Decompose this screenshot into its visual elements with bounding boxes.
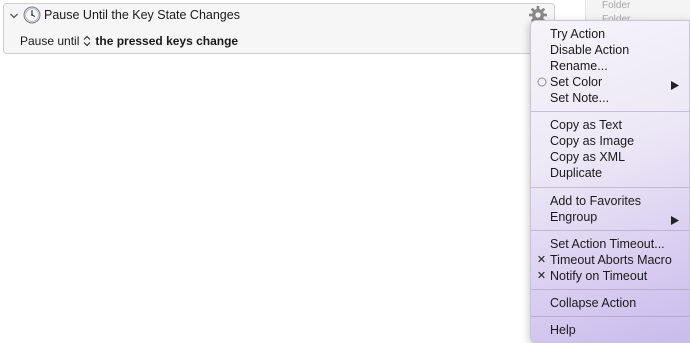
menu-item-copy-as-image[interactable]: Copy as Image bbox=[531, 133, 689, 149]
menu-item-notify-on-timeout[interactable]: ✕ Notify on Timeout bbox=[531, 268, 689, 284]
menu-item-label: Copy as Image bbox=[550, 134, 635, 148]
circle-icon bbox=[536, 74, 547, 90]
menu-item-copy-as-xml[interactable]: Copy as XML bbox=[531, 149, 689, 165]
menu-item-label: Copy as XML bbox=[550, 150, 626, 164]
menu-item-set-color[interactable]: Set Color bbox=[531, 74, 689, 90]
menu-item-rename[interactable]: Rename... bbox=[531, 58, 689, 74]
menu-item-add-to-favorites[interactable]: Add to Favorites bbox=[531, 193, 689, 209]
menu-item-set-action-timeout[interactable]: Set Action Timeout... bbox=[531, 236, 689, 252]
side-panel-item[interactable]: Folder bbox=[602, 0, 630, 11]
context-menu: Try Action Disable Action Rename... Set … bbox=[530, 20, 690, 343]
check-mark-icon: ✕ bbox=[536, 270, 547, 282]
menu-item-help[interactable]: Help bbox=[531, 322, 689, 338]
menu-item-collapse-action[interactable]: Collapse Action bbox=[531, 295, 689, 311]
up-down-arrows-icon bbox=[83, 35, 91, 47]
chevron-down-icon[interactable] bbox=[8, 10, 20, 22]
menu-item-label: Add to Favorites bbox=[550, 194, 642, 208]
menu-item-copy-as-text[interactable]: Copy as Text bbox=[531, 117, 689, 133]
menu-item-label: Timeout Aborts Macro bbox=[550, 253, 672, 267]
menu-item-label: Set Action Timeout... bbox=[550, 237, 665, 251]
parameter-row: Pause until the pressed keys change bbox=[20, 33, 238, 49]
menu-item-label: Engroup bbox=[550, 210, 598, 224]
check-mark-icon: ✕ bbox=[536, 254, 547, 266]
condition-popup-value: the pressed keys change bbox=[95, 34, 239, 48]
menu-item-label: Collapse Action bbox=[550, 296, 637, 310]
menu-item-label: Disable Action bbox=[550, 43, 630, 57]
menu-item-label: Copy as Text bbox=[550, 118, 623, 132]
menu-separator bbox=[531, 316, 689, 317]
menu-item-timeout-aborts-macro[interactable]: ✕ Timeout Aborts Macro bbox=[531, 252, 689, 268]
menu-item-disable-action[interactable]: Disable Action bbox=[531, 42, 689, 58]
menu-separator bbox=[531, 187, 689, 188]
menu-item-label: Help bbox=[550, 323, 576, 337]
menu-separator bbox=[531, 111, 689, 112]
menu-item-engroup[interactable]: Engroup bbox=[531, 209, 689, 225]
submenu-arrow-icon bbox=[671, 213, 679, 225]
menu-separator bbox=[531, 230, 689, 231]
menu-item-try-action[interactable]: Try Action bbox=[531, 26, 689, 42]
menu-item-label: Try Action bbox=[550, 27, 606, 41]
menu-item-set-note[interactable]: Set Note... bbox=[531, 90, 689, 106]
menu-item-label: Notify on Timeout bbox=[550, 269, 648, 283]
action-title: Pause Until the Key State Changes bbox=[44, 8, 240, 22]
menu-item-label: Rename... bbox=[550, 59, 608, 73]
submenu-arrow-icon bbox=[671, 78, 679, 90]
menu-item-label: Duplicate bbox=[550, 166, 603, 180]
menu-item-label: Set Color bbox=[550, 75, 603, 89]
menu-separator bbox=[531, 289, 689, 290]
parameter-label: Pause until bbox=[20, 34, 80, 48]
condition-popup[interactable]: the pressed keys change bbox=[83, 34, 238, 48]
menu-item-duplicate[interactable]: Duplicate bbox=[531, 165, 689, 181]
action-box[interactable]: Pause Until the Key State Changes Pause … bbox=[3, 3, 555, 54]
clock-icon bbox=[23, 6, 41, 24]
menu-item-label: Set Note... bbox=[550, 91, 610, 105]
